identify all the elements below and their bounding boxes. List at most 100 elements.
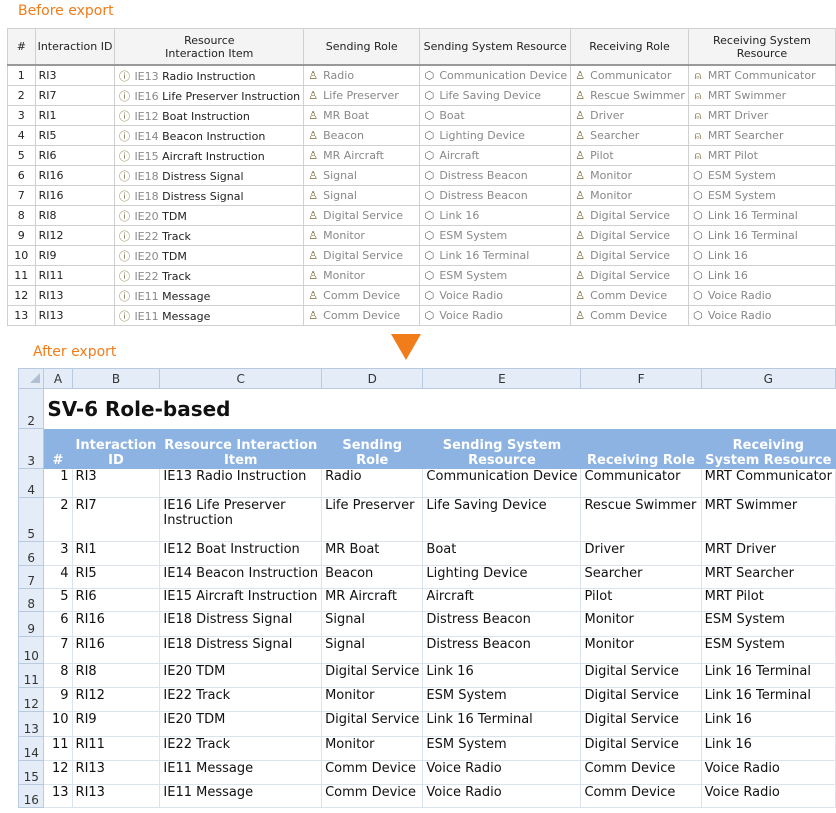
cell[interactable]: 8 bbox=[43, 663, 73, 688]
table-row[interactable]: 7 RI16 ⓘ IE18 Distress Signal ♙ Signal ⬡ Distre… bbox=[7, 185, 836, 206]
row-header[interactable]: 11 bbox=[17, 663, 45, 688]
cell[interactable]: Lighting Device bbox=[422, 565, 582, 589]
cell[interactable]: RI5 bbox=[71, 565, 161, 589]
cell[interactable]: MR Boat bbox=[321, 541, 424, 566]
header-cell[interactable]: Sending System Resource bbox=[422, 428, 582, 469]
row-header[interactable]: 14 bbox=[17, 736, 45, 761]
row-header[interactable]: 13 bbox=[17, 711, 45, 737]
cell[interactable]: IE13 Radio Instruction bbox=[159, 468, 323, 498]
cell[interactable]: RI13 bbox=[71, 784, 161, 808]
column-header[interactable]: Resource Interaction Item bbox=[114, 28, 305, 66]
cell[interactable]: Rescue Swimmer bbox=[580, 497, 702, 542]
cell[interactable]: Beacon bbox=[321, 565, 424, 589]
cell[interactable]: Signal bbox=[321, 636, 424, 664]
cell[interactable]: IE11 Message bbox=[159, 784, 323, 808]
cell[interactable]: IE16 Life Preserver Instruction bbox=[159, 497, 323, 542]
cell[interactable]: Boat bbox=[422, 541, 582, 566]
cell[interactable]: Digital Service bbox=[321, 711, 424, 737]
cell[interactable]: ESM System bbox=[700, 611, 836, 637]
row-header[interactable]: 16 bbox=[17, 784, 45, 808]
cell[interactable]: Comm Device bbox=[321, 760, 424, 785]
cell[interactable]: Digital Service bbox=[580, 687, 702, 712]
header-cell[interactable]: Sending Role bbox=[321, 428, 424, 469]
column-header-G[interactable]: G bbox=[700, 368, 836, 389]
cell[interactable]: RI6 bbox=[71, 588, 161, 612]
column-header[interactable]: Receiving System Resource bbox=[687, 28, 836, 66]
cell[interactable]: Communication Device bbox=[422, 468, 582, 498]
cell[interactable]: 6 bbox=[43, 611, 73, 637]
column-header-F[interactable]: F bbox=[580, 368, 702, 389]
cell[interactable]: Monitor bbox=[321, 736, 424, 761]
cell[interactable]: 3 bbox=[43, 541, 73, 566]
cell[interactable]: Link 16 Terminal bbox=[700, 687, 836, 712]
cell[interactable]: MRT Searcher bbox=[700, 565, 836, 589]
cell[interactable]: Link 16 bbox=[700, 711, 836, 737]
cell[interactable]: IE18 Distress Signal bbox=[159, 611, 323, 637]
select-all-corner[interactable] bbox=[17, 368, 45, 389]
cell[interactable]: Life Preserver bbox=[321, 497, 424, 542]
cell[interactable]: RI7 bbox=[71, 497, 161, 542]
header-cell[interactable]: Interaction ID bbox=[71, 428, 161, 469]
cell[interactable]: Monitor bbox=[321, 687, 424, 712]
cell[interactable]: Link 16 bbox=[700, 736, 836, 761]
cell[interactable]: MRT Communicator bbox=[700, 468, 836, 498]
cell[interactable]: 4 bbox=[43, 565, 73, 589]
cell[interactable]: IE12 Boat Instruction bbox=[159, 541, 323, 566]
cell[interactable]: RI13 bbox=[71, 760, 161, 785]
cell[interactable]: Monitor bbox=[580, 611, 702, 637]
cell[interactable]: IE18 Distress Signal bbox=[159, 636, 323, 664]
cell[interactable]: Digital Service bbox=[580, 736, 702, 761]
cell[interactable]: Link 16 Terminal bbox=[422, 711, 582, 737]
table-row[interactable]: 8 RI8 ⓘ IE20 TDM ♙ Digital Service ⬡ Link 16 ♙ Di… bbox=[7, 205, 836, 226]
cell[interactable]: Comm Device bbox=[321, 784, 424, 808]
cell[interactable]: Voice Radio bbox=[422, 784, 582, 808]
column-header[interactable]: Interaction ID bbox=[34, 28, 116, 66]
cell[interactable]: Signal bbox=[321, 611, 424, 637]
cell[interactable]: Aircraft bbox=[422, 588, 582, 612]
cell[interactable]: Radio bbox=[321, 468, 424, 498]
cell[interactable]: Distress Beacon bbox=[422, 636, 582, 664]
cell[interactable]: MR Aircraft bbox=[321, 588, 424, 612]
table-row[interactable]: 13 RI13 ⓘ IE11 Message ♙ Comm Device ⬡ Voice Ra… bbox=[7, 305, 836, 326]
column-header-C[interactable]: C bbox=[159, 368, 323, 389]
header-cell[interactable]: # bbox=[43, 428, 73, 469]
cell[interactable]: 13 bbox=[43, 784, 73, 808]
row-header[interactable]: 2 bbox=[17, 388, 45, 429]
cell[interactable]: 10 bbox=[43, 711, 73, 737]
cell[interactable]: ESM System bbox=[700, 636, 836, 664]
column-header[interactable]: Sending Role bbox=[303, 28, 421, 66]
cell[interactable]: 2 bbox=[43, 497, 73, 542]
cell[interactable]: MRT Pilot bbox=[700, 588, 836, 612]
column-header[interactable]: Sending System Resource bbox=[419, 28, 572, 66]
table-row[interactable]: 4 RI5 ⓘ IE14 Beacon Instruction ♙ Beacon ⬡ Ligh… bbox=[7, 125, 836, 146]
cell[interactable]: Digital Service bbox=[580, 711, 702, 737]
table-row[interactable]: 12 RI13 ⓘ IE11 Message ♙ Comm Device ⬡ Voice Ra… bbox=[7, 285, 836, 306]
cell[interactable]: MRT Swimmer bbox=[700, 497, 836, 542]
cell[interactable]: RI11 bbox=[71, 736, 161, 761]
spreadsheet[interactable]: A B C D E F G 2 SV-6 Role-based 3 # Interaction ID R… bbox=[17, 368, 836, 808]
cell[interactable]: Communicator bbox=[580, 468, 702, 498]
row-header[interactable]: 15 bbox=[17, 760, 45, 785]
cell[interactable]: Driver bbox=[580, 541, 702, 566]
row-header[interactable]: 4 bbox=[17, 468, 45, 498]
cell[interactable]: 1 bbox=[43, 468, 73, 498]
row-header[interactable]: 12 bbox=[17, 687, 45, 712]
cell[interactable]: Digital Service bbox=[580, 663, 702, 688]
cell[interactable]: RI12 bbox=[71, 687, 161, 712]
cell[interactable]: Voice Radio bbox=[700, 760, 836, 785]
cell[interactable]: Comm Device bbox=[580, 784, 702, 808]
cell[interactable]: RI3 bbox=[71, 468, 161, 498]
column-header-B[interactable]: B bbox=[71, 368, 161, 389]
cell[interactable]: Voice Radio bbox=[700, 784, 836, 808]
cell[interactable]: RI1 bbox=[71, 541, 161, 566]
row-header[interactable]: 9 bbox=[17, 611, 45, 637]
cell[interactable]: IE11 Message bbox=[159, 760, 323, 785]
column-header-A[interactable]: A bbox=[43, 368, 73, 389]
cell[interactable]: Life Saving Device bbox=[422, 497, 582, 542]
cell[interactable]: 12 bbox=[43, 760, 73, 785]
cell[interactable]: 11 bbox=[43, 736, 73, 761]
column-header[interactable]: # bbox=[7, 28, 36, 66]
cell[interactable]: Link 16 Terminal bbox=[700, 663, 836, 688]
table-row[interactable]: 2 RI7 ⓘ IE16 Life Preserver Instruction ♙ Lif… bbox=[7, 85, 836, 106]
table-row[interactable]: 11 RI11 ⓘ IE22 Track ♙ Monitor ⬡ ESM System ♙ Dig… bbox=[7, 265, 836, 286]
